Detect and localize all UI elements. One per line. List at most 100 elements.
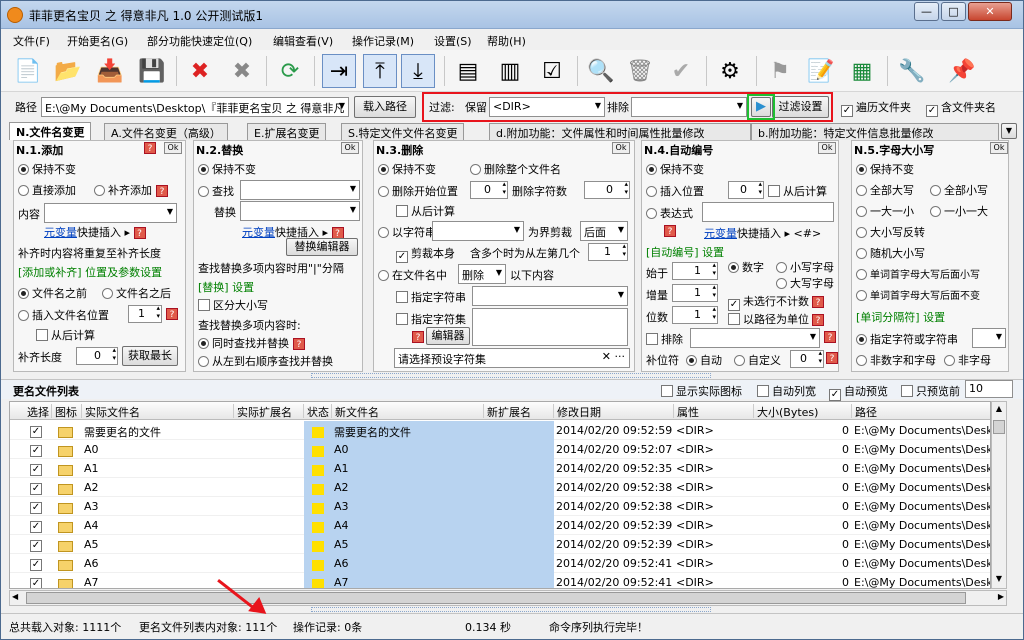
flag-icon[interactable]: ⚑	[763, 54, 797, 88]
traverse-folders-checkbox[interactable]: ✓ 遍历文件夹	[841, 99, 911, 117]
number-keep-radio[interactable]: 保持不变	[646, 161, 704, 177]
auto-preview-checkbox[interactable]: ✓ 自动预览	[829, 383, 888, 401]
help-icon[interactable]: ?	[812, 296, 824, 308]
col-actual-ext[interactable]: 实际扩展名	[234, 404, 304, 419]
case-keep-radio[interactable]: 保持不变	[856, 161, 914, 177]
delete-editor-button[interactable]: 编辑器	[426, 327, 470, 345]
align-top-icon[interactable]: ⤒	[363, 54, 397, 88]
table-row[interactable]: ✓ A0 A0 2014/02/20 09:52:07 <DIR> 0 E:\@My Doc…	[10, 440, 990, 459]
col-attr[interactable]: 属性	[674, 404, 754, 419]
scroll-down-icon[interactable]: ▼	[993, 574, 1005, 586]
help-icon[interactable]: ?	[166, 308, 178, 320]
help-icon[interactable]: ?	[812, 314, 824, 326]
check-icon[interactable]: ✔	[664, 54, 698, 88]
help-icon[interactable]: ?	[664, 225, 676, 237]
all-lower-radio[interactable]: 全部小写	[930, 182, 988, 198]
spec-str-input[interactable]	[472, 286, 628, 306]
panel-replace-ok[interactable]: Ok	[341, 142, 359, 154]
expression-input[interactable]	[702, 202, 834, 222]
menu-file[interactable]: 文件(F)	[13, 33, 50, 49]
exclude-num-input[interactable]	[690, 328, 820, 348]
scroll-left-icon[interactable]: ◀	[12, 592, 18, 601]
panel-delete-ok[interactable]: Ok	[612, 142, 630, 154]
by-string-radio[interactable]: 以字符串	[378, 224, 436, 240]
lowercase-mode-radio[interactable]: 小写字母	[776, 259, 834, 275]
pin-icon[interactable]: 📌	[945, 54, 979, 88]
number-tag[interactable]: <#>	[794, 227, 822, 240]
table-row[interactable]: ✓ A4 A4 2014/02/20 09:52:39 <DIR> 0 E:\@My Doc…	[10, 516, 990, 535]
multi-left-stepper[interactable]: 1	[588, 242, 628, 261]
get-longest-button[interactable]: 获取最长	[122, 346, 178, 366]
replace-editor-button[interactable]: 替换编辑器	[286, 238, 358, 256]
spec-set-input[interactable]	[472, 308, 628, 346]
expression-radio[interactable]: 表达式	[646, 205, 693, 221]
table-row[interactable]: ✓ A7 A7 2014/02/20 09:52:41 <DIR> 0 E:\@My Doc…	[10, 573, 990, 588]
delete-all-radio[interactable]: 删除整个文件名	[470, 161, 561, 177]
maximize-button[interactable]: □	[941, 2, 966, 21]
table-row[interactable]: ✓ A6 A6 2014/02/20 09:52:41 <DIR> 0 E:\@My Doc…	[10, 554, 990, 573]
custom-radio[interactable]: 自定义	[734, 352, 781, 368]
start-stepper[interactable]: 1	[672, 261, 718, 280]
menu-records[interactable]: 操作记录(M)	[352, 33, 414, 49]
find-radio[interactable]: 查找	[198, 183, 234, 199]
tab-attributes[interactable]: d.附加功能：文件属性和时间属性批量修改	[489, 123, 751, 140]
no-count-checkbox[interactable]: ✓ 未选行不计数?	[728, 293, 824, 311]
tab-filename-change[interactable]: N.文件名变更	[9, 122, 92, 140]
col-new-name[interactable]: 新文件名	[332, 404, 484, 419]
tools-icon[interactable]: 🔧	[895, 54, 929, 88]
replace-input[interactable]	[240, 201, 360, 221]
table-row[interactable]: ✓ A1 A1 2014/02/20 09:52:35 <DIR> 0 E:\@My Doc…	[10, 459, 990, 478]
number-from-end-checkbox[interactable]: 从后计算	[768, 183, 827, 199]
tab-filename-advanced[interactable]: A.文件名变更（高级）	[104, 123, 228, 140]
number-metavar[interactable]: 元变量快捷插入 ▸ <#>	[704, 225, 821, 241]
before-radio[interactable]: 文件名之前	[18, 285, 87, 301]
show-icon-checkbox[interactable]: 显示实际图标	[661, 383, 742, 399]
col-select[interactable]: 选择	[24, 404, 52, 419]
metavar-link[interactable]: 元变量	[242, 226, 275, 239]
help-icon[interactable]: ?	[293, 338, 305, 350]
help-icon[interactable]: ?	[133, 227, 146, 239]
help-icon[interactable]: ?	[156, 185, 168, 197]
align-bottom-icon[interactable]: ⤓	[401, 54, 435, 88]
find-input[interactable]	[240, 180, 360, 200]
spec-chars-select[interactable]	[972, 328, 1006, 348]
simul-radio[interactable]: 同时查找并替换?	[198, 335, 305, 351]
insert-pos-stepper[interactable]: 1	[128, 304, 162, 323]
delete-count-stepper[interactable]: 0	[584, 180, 630, 199]
new-file-icon[interactable]: 📄	[11, 54, 45, 88]
ltr-radio[interactable]: 从左到右顺序查找并替换	[198, 353, 333, 369]
spec-str-checkbox[interactable]: 指定字符串	[396, 289, 466, 305]
clear-icon[interactable]: ✖	[225, 54, 259, 88]
word-upper-lower-radio[interactable]: 单词首字母大写后面小写	[856, 266, 980, 281]
edit-doc-icon[interactable]: 📝	[804, 54, 838, 88]
align-right-icon[interactable]: ⇥	[322, 54, 356, 88]
refresh-icon[interactable]: ⟳	[273, 54, 307, 88]
after-radio[interactable]: 文件名之后	[102, 285, 171, 301]
scroll-right-icon[interactable]: ▶	[998, 592, 1004, 601]
col-path[interactable]: 路径	[852, 404, 990, 419]
pad-add-radio[interactable]: 补齐添加?	[94, 182, 168, 198]
column-left-icon[interactable]: ▤	[451, 54, 485, 88]
in-name-radio[interactable]: 在文件名中	[378, 267, 447, 283]
preset-charset-select[interactable]: 请选择预设字符集 ✕ ···	[394, 348, 630, 368]
list-splitter[interactable]	[311, 607, 711, 612]
table-row[interactable]: ✓ A3 A3 2014/02/20 09:52:38 <DIR> 0 E:\@My Doc…	[10, 497, 990, 516]
path-input[interactable]: E:\@My Documents\Desktop\『菲菲更名宝贝 之 得意非凡	[41, 97, 349, 117]
sliders-icon[interactable]: ⚙	[713, 54, 747, 88]
one-upper-radio[interactable]: 一大一小	[856, 203, 914, 219]
delete-start-stepper[interactable]: 0	[470, 180, 508, 199]
delete-icon[interactable]: ✖	[183, 54, 217, 88]
col-new-ext[interactable]: 新扩展名	[484, 404, 554, 419]
auto-width-checkbox[interactable]: 自动列宽	[757, 383, 816, 399]
menu-edit-view[interactable]: 编辑查看(V)	[273, 33, 333, 49]
case-checkbox[interactable]: 区分大小写	[198, 297, 268, 313]
menu-start-rename[interactable]: 开始更名(G)	[67, 33, 128, 49]
tabs-scroll-button[interactable]: ▼	[1001, 123, 1017, 139]
delete-start-radio[interactable]: 删除开始位置	[378, 183, 458, 199]
help-icon[interactable]: ?	[826, 352, 838, 364]
all-upper-radio[interactable]: 全部大写	[856, 182, 914, 198]
boundary-string-input[interactable]	[432, 221, 524, 241]
menu-quick-locate[interactable]: 部分功能快速定位(Q)	[147, 33, 252, 49]
open-folder-icon[interactable]: 📂	[51, 54, 85, 88]
exclude-checkbox[interactable]: 排除	[646, 331, 683, 347]
